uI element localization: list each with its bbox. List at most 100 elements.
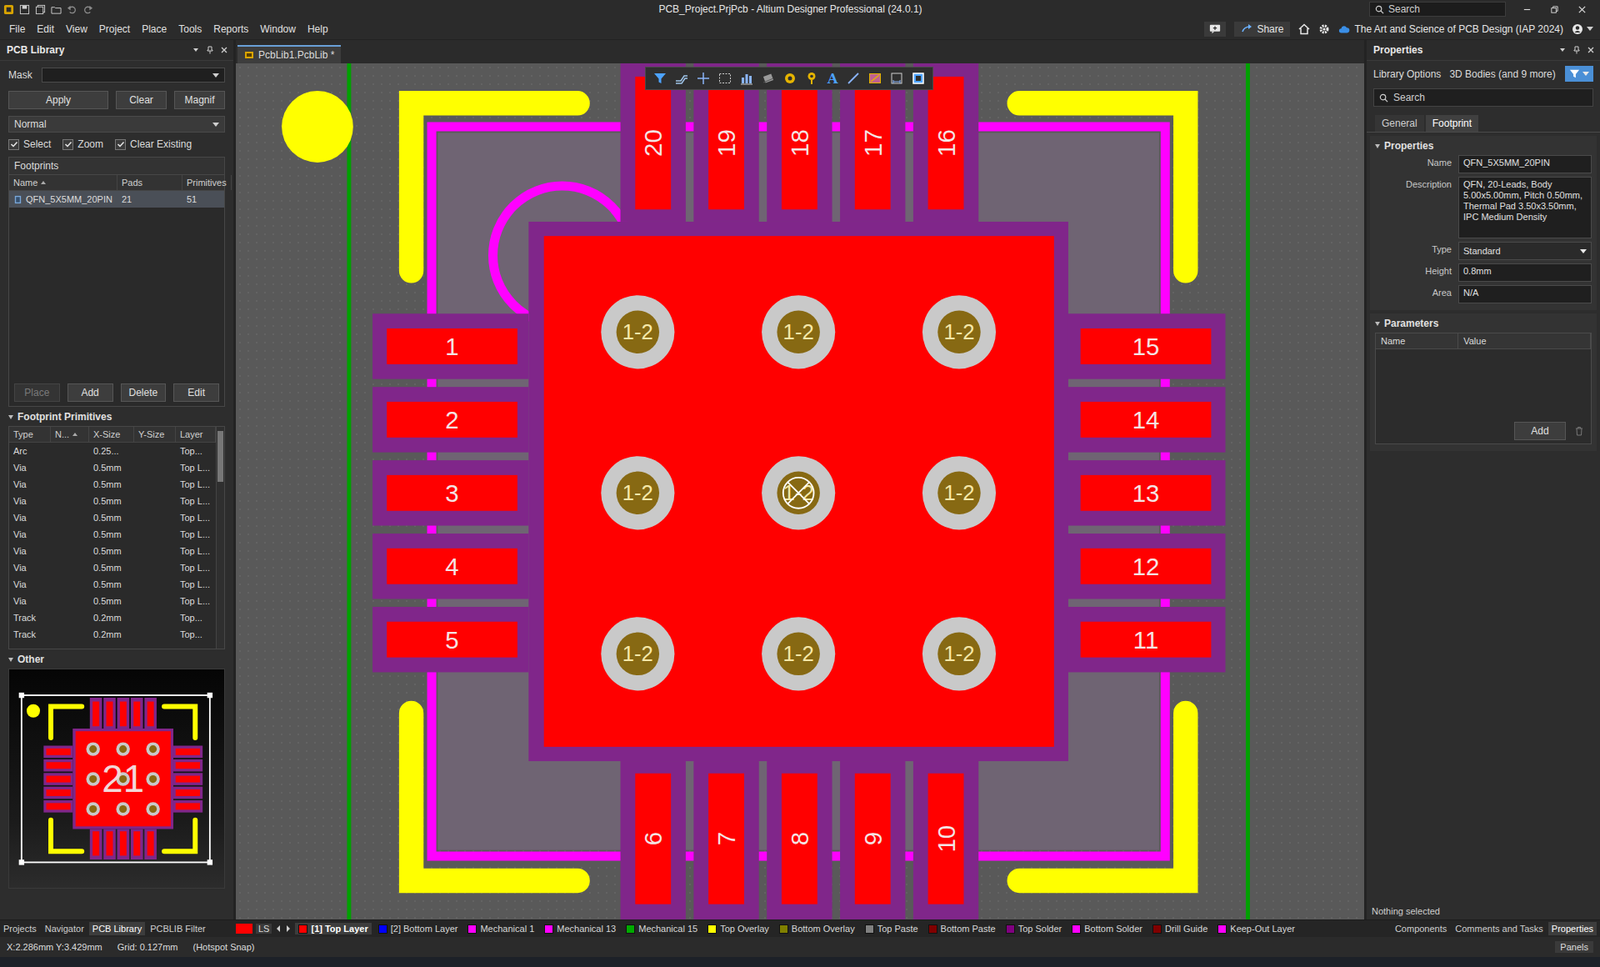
close-icon[interactable] — [1577, 5, 1587, 15]
layer-tab[interactable]: Drill Guide — [1149, 922, 1211, 935]
filter-icon[interactable] — [652, 70, 668, 86]
panel-menu-icon[interactable] — [191, 45, 200, 55]
current-layer-swatch[interactable] — [235, 923, 253, 934]
pad[interactable] — [1080, 621, 1212, 658]
filter-button[interactable]: Magnif — [174, 90, 225, 110]
column-header[interactable]: Type — [9, 426, 51, 442]
pcb-canvas[interactable]: 12345678910111213141516171819201-21-21-2… — [235, 63, 1365, 920]
menu-item[interactable]: View — [60, 23, 94, 35]
open-icon[interactable] — [50, 4, 62, 15]
panel-tab[interactable]: PCB Library — [89, 921, 145, 935]
checkbox[interactable] — [115, 139, 126, 150]
document-tab[interactable]: PcbLib1.PcbLib * — [237, 45, 341, 64]
properties-search[interactable]: Search — [1373, 88, 1594, 107]
primitive-row[interactable]: Via0.5mmTop L... — [9, 509, 216, 526]
pad[interactable] — [1080, 548, 1212, 585]
component-icon[interactable] — [760, 70, 776, 86]
primitive-row[interactable]: Via0.5mmTop L... — [9, 475, 216, 493]
column-header[interactable]: Primitives — [182, 175, 232, 190]
primitive-row[interactable]: Track0.2mmTop... — [9, 625, 216, 643]
pad[interactable] — [1080, 475, 1212, 511]
other-section-title[interactable]: Other — [8, 649, 225, 669]
pad-icon[interactable] — [782, 70, 798, 86]
share-button[interactable]: Share — [1234, 21, 1290, 37]
menu-item[interactable]: Place — [135, 23, 173, 35]
checkbox[interactable] — [62, 139, 74, 150]
menu-item[interactable]: Edit — [30, 23, 60, 35]
shape-icon[interactable] — [910, 70, 926, 86]
mask-input[interactable] — [41, 67, 225, 83]
redo-icon[interactable] — [82, 4, 94, 15]
pad[interactable] — [855, 76, 891, 210]
dimension-icon[interactable] — [889, 70, 905, 86]
filter-summary[interactable]: 3D Bodies (and 9 more) — [1449, 68, 1557, 80]
properties-tab[interactable]: Footprint — [1425, 115, 1479, 132]
via[interactable]: 1-2 — [761, 616, 835, 690]
menu-item[interactable]: Reports — [207, 23, 255, 35]
pad[interactable] — [1080, 401, 1212, 438]
option-checkbox[interactable]: Clear Existing — [115, 138, 192, 150]
menu-item[interactable]: Help — [301, 23, 335, 35]
region-icon[interactable] — [867, 70, 883, 86]
scroll-right-icon[interactable] — [285, 924, 292, 933]
mode-select[interactable]: Normal — [8, 115, 225, 133]
panel-tab[interactable]: Comments and Tasks — [1451, 921, 1547, 935]
layer-tab[interactable]: Bottom Overlay — [775, 922, 859, 935]
menu-item[interactable]: Project — [93, 23, 136, 35]
column-header[interactable]: Y-Size — [134, 426, 176, 442]
column-header[interactable]: N... — [50, 426, 90, 442]
layer-tab[interactable]: Keep-Out Layer — [1214, 922, 1299, 935]
primitive-row[interactable]: Via0.5mmTop L... — [9, 542, 216, 560]
restore-icon[interactable] — [1550, 5, 1560, 15]
scrollbar-thumb[interactable] — [217, 430, 224, 482]
properties-tab[interactable]: General — [1375, 115, 1425, 132]
text-field[interactable]: N/A — [1458, 285, 1592, 304]
pad[interactable] — [635, 773, 671, 905]
panels-button[interactable]: Panels — [1555, 940, 1594, 953]
footprint-drawing[interactable]: 12345678910111213141516171819201-21-21-2… — [235, 63, 1365, 920]
home-icon[interactable] — [1298, 23, 1310, 35]
line-icon[interactable] — [845, 70, 861, 86]
type-select[interactable]: Standard — [1458, 241, 1592, 260]
layer-tab[interactable]: Top Solder — [1002, 922, 1066, 935]
footprint-preview[interactable]: 21 — [8, 668, 225, 889]
primitive-row[interactable]: Via0.5mmTop L... — [9, 492, 216, 510]
via[interactable]: 1-2 — [922, 295, 996, 369]
layer-tab[interactable]: Mechanical 1 — [464, 922, 538, 935]
filter-button[interactable]: Clear — [115, 90, 167, 110]
scroll-left-icon[interactable] — [275, 924, 282, 933]
pad[interactable] — [386, 328, 518, 365]
save-icon[interactable] — [19, 4, 30, 15]
layer-tab[interactable]: Bottom Solder — [1068, 922, 1146, 935]
layer-tab[interactable]: [2] Bottom Layer — [375, 922, 462, 935]
pad[interactable] — [635, 76, 671, 210]
gear-icon[interactable] — [1318, 23, 1330, 35]
panel-tab[interactable]: Components — [1391, 921, 1450, 935]
pad[interactable] — [386, 475, 518, 511]
app-icon[interactable] — [3, 4, 15, 15]
minimize-icon[interactable] — [1522, 5, 1532, 15]
select-rectangle-icon[interactable] — [717, 70, 733, 86]
pad[interactable] — [708, 76, 745, 210]
column-header[interactable]: Layer — [175, 426, 216, 442]
pin-icon[interactable] — [1572, 45, 1581, 55]
via[interactable]: 1-2 — [761, 295, 835, 369]
primitive-row[interactable]: Via0.5mmTop L... — [9, 459, 216, 476]
pad[interactable] — [386, 621, 518, 658]
column-header[interactable]: Name — [9, 175, 118, 190]
option-checkbox[interactable]: Zoom — [62, 138, 104, 150]
column-header[interactable]: Value — [1458, 333, 1591, 349]
pad[interactable] — [386, 401, 518, 438]
pad[interactable] — [781, 773, 818, 905]
menu-item[interactable]: Window — [254, 23, 302, 35]
column-header[interactable]: Pads — [117, 175, 183, 190]
pad[interactable] — [1080, 328, 1212, 365]
menu-item[interactable]: File — [3, 23, 31, 35]
pad[interactable] — [928, 773, 965, 905]
option-checkbox[interactable]: Select — [8, 138, 51, 150]
filter-button[interactable]: Apply — [8, 90, 109, 110]
workspace-selector[interactable]: The Art and Science of PCB Design (IAP 2… — [1338, 23, 1564, 35]
thermal-pad[interactable] — [544, 235, 1055, 747]
menu-item[interactable]: Tools — [172, 23, 208, 35]
via[interactable]: 1-2 — [761, 455, 835, 530]
